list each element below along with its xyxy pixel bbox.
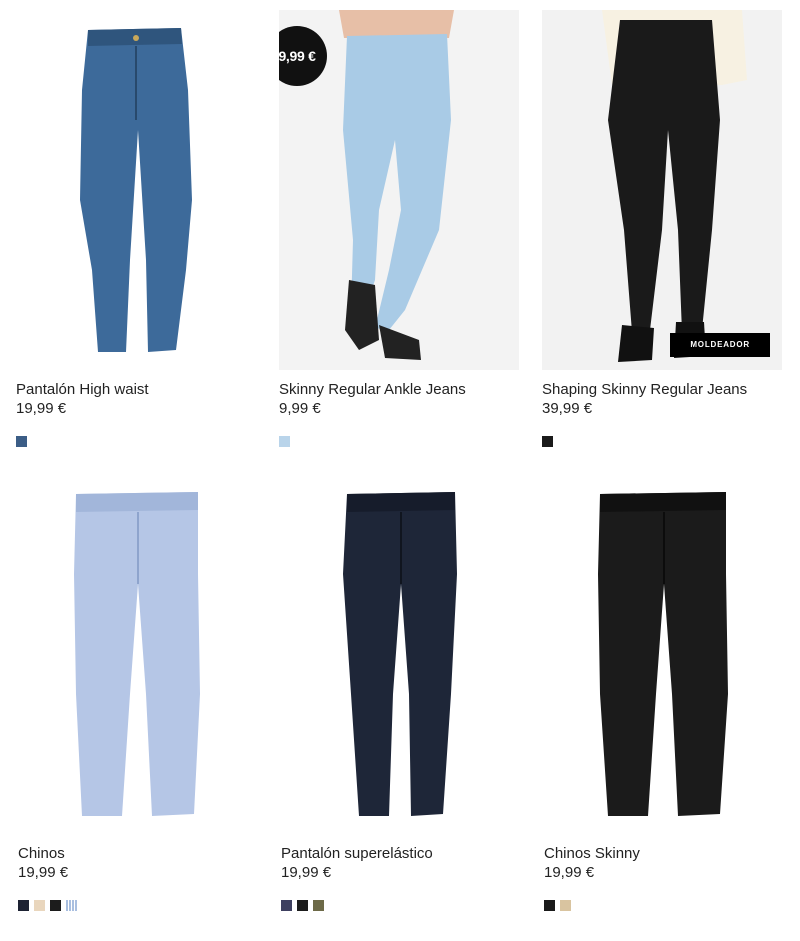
color-swatches (544, 900, 792, 911)
product-image[interactable]: 9,99 € (279, 10, 519, 370)
product-image[interactable]: MOLDEADOR (542, 10, 782, 370)
color-swatch[interactable] (560, 900, 571, 911)
color-swatches (281, 900, 529, 911)
product-name[interactable]: Skinny Regular Ankle Jeans (279, 380, 527, 399)
product-card[interactable]: 9,99 € Skinny Regular Ankle Jeans 9,99 € (279, 10, 527, 447)
product-card[interactable]: Chinos Skinny 19,99 € (544, 474, 792, 911)
color-swatches (18, 900, 266, 911)
product-price: 19,99 € (18, 864, 69, 881)
product-grid: Pantalón High waist 19,99 € 9,99 € Skinn… (0, 0, 800, 941)
product-name[interactable]: Pantalón High waist (16, 380, 264, 399)
pants-image (281, 474, 521, 834)
color-swatches (279, 436, 527, 447)
product-price: 19,99 € (281, 864, 332, 881)
product-price: 39,99 € (542, 400, 593, 417)
product-image[interactable] (18, 474, 258, 834)
color-swatch[interactable] (313, 900, 324, 911)
product-name[interactable]: Shaping Skinny Regular Jeans (542, 380, 790, 399)
jeans-image (16, 10, 256, 370)
color-swatch[interactable] (542, 436, 553, 447)
color-swatch[interactable] (34, 900, 45, 911)
product-price: 9,99 € (279, 400, 321, 417)
product-card[interactable]: MOLDEADOR Shaping Skinny Regular Jeans 3… (542, 10, 790, 447)
product-image[interactable] (16, 10, 256, 370)
color-swatch[interactable] (16, 436, 27, 447)
chinos-image (18, 474, 258, 834)
product-card[interactable]: Pantalón superelástico 19,99 € (281, 474, 529, 911)
product-price: 19,99 € (16, 400, 67, 417)
product-tag: MOLDEADOR (670, 333, 770, 357)
product-card[interactable]: Chinos 19,99 € (18, 474, 266, 911)
product-image[interactable] (281, 474, 521, 834)
color-swatches (542, 436, 790, 447)
color-swatch[interactable] (18, 900, 29, 911)
product-image[interactable] (544, 474, 784, 834)
color-swatch[interactable] (50, 900, 61, 911)
color-swatch[interactable] (297, 900, 308, 911)
product-price: 19,99 € (544, 864, 595, 881)
chinos-image (544, 474, 784, 834)
color-swatch[interactable] (281, 900, 292, 911)
jeans-image (542, 10, 782, 370)
product-name[interactable]: Pantalón superelástico (281, 844, 529, 863)
product-card[interactable]: Pantalón High waist 19,99 € (16, 10, 264, 447)
color-swatches (16, 436, 264, 447)
color-swatch[interactable] (66, 900, 77, 911)
product-name[interactable]: Chinos Skinny (544, 844, 792, 863)
product-name[interactable]: Chinos (18, 844, 266, 863)
color-swatch[interactable] (279, 436, 290, 447)
color-swatch[interactable] (544, 900, 555, 911)
